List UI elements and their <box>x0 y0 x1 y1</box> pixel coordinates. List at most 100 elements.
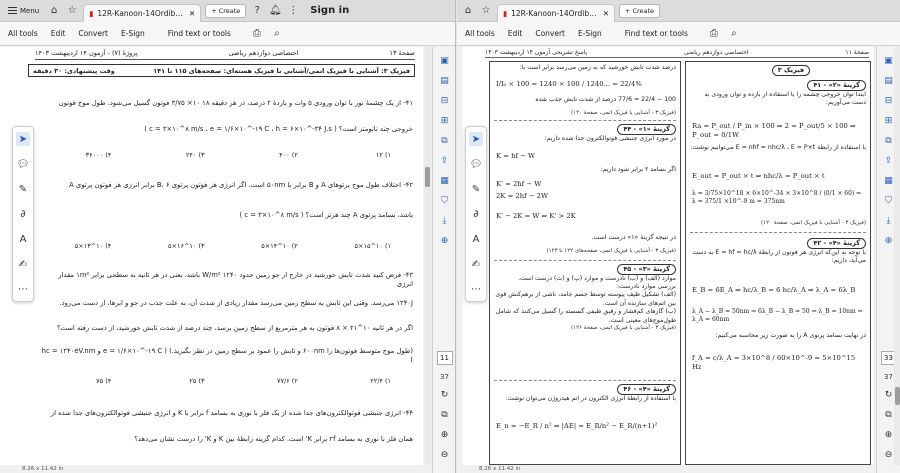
zoom-out-icon[interactable]: ⊖ <box>439 449 451 461</box>
text-box-icon[interactable]: A <box>469 232 483 246</box>
current-page-input[interactable]: 11 <box>436 351 453 365</box>
all-tools-tab[interactable]: All tools <box>465 29 495 38</box>
formula: E_n = −E_R / n² ⇒ |ΔE| = E_R/n² − E_R/(n… <box>496 422 658 430</box>
more-options-icon[interactable]: ⋯ <box>469 282 483 296</box>
stamp-icon[interactable]: ✍ <box>469 257 483 271</box>
reference: (فیزیک ۳ - آشنایی با فیزیک اتمی، صفحهٔ ۱… <box>570 324 676 331</box>
choice: ۳) ۱۰^۱۶×۵ <box>168 242 205 250</box>
esign-tab[interactable]: E-Sign <box>121 29 145 38</box>
close-tab-icon[interactable]: ✕ <box>603 9 609 18</box>
edit-pdf-icon[interactable]: ▣ <box>883 55 895 67</box>
comment-icon[interactable]: 💬︎ <box>16 157 30 171</box>
organize-icon[interactable]: ▦ <box>883 175 895 187</box>
main-toolbar: All tools Edit Convert E-Sign Find text … <box>0 22 455 46</box>
layers-icon[interactable]: ⧉ <box>883 135 895 147</box>
copy-page-icon[interactable]: ⧉ <box>883 409 895 421</box>
question-43-line4: (طول موج متوسط فوتون‌ها را ۶۰۰nm و تابش … <box>40 347 413 365</box>
bell-icon[interactable]: 🔔︎ <box>268 4 282 18</box>
refresh-icon[interactable]: ↻ <box>883 389 895 401</box>
edit-tab[interactable]: Edit <box>51 29 66 38</box>
search-icon[interactable]: ⌕ <box>727 27 741 41</box>
document-tab[interactable]: ▮ 12R-Kanoon-14Ordibehe... ✕ <box>497 3 615 22</box>
edit-tab[interactable]: Edit <box>508 29 523 38</box>
star-icon[interactable]: ☆ <box>65 4 79 18</box>
question-44-line2: همان فلز با نوری به بسامد ۲f برابر K' اس… <box>40 435 413 444</box>
search-icon[interactable]: ⌕ <box>270 27 284 41</box>
export-icon[interactable]: ⤓ <box>439 215 451 227</box>
sign-in-button[interactable]: Sign in <box>310 5 349 16</box>
export-icon[interactable]: ⤓ <box>883 215 895 227</box>
convert-tab[interactable]: Convert <box>78 29 108 38</box>
print-icon[interactable]: ⎙ <box>707 27 721 41</box>
copy-page-icon[interactable]: ⧉ <box>439 409 451 421</box>
answer-text: (الف) تشکیل طیف پیوسته توسط جسم جامد، نا… <box>495 291 676 307</box>
divider <box>494 120 676 121</box>
accessibility-icon[interactable]: ⊕ <box>883 235 895 247</box>
edit-pdf-icon[interactable]: ▣ <box>439 55 451 67</box>
answer-option-tag: گزینهٔ «۴» - ۴۲ <box>807 238 866 249</box>
highlight-pen-icon[interactable]: ✎ <box>16 182 30 196</box>
bookmark-icon[interactable]: ⊟ <box>883 95 895 107</box>
more-options-icon[interactable]: ⋯ <box>16 282 30 296</box>
protect-icon[interactable]: ⛉ <box>883 195 895 207</box>
stamp-icon[interactable]: ✍ <box>16 257 30 271</box>
star-icon[interactable]: ☆ <box>479 4 493 18</box>
find-text-search[interactable]: Find text or tools <box>625 29 688 38</box>
choice: ۲) ۷۷/۶ <box>276 377 298 385</box>
choice: ۳) ۲۴۰ <box>185 151 205 159</box>
draw-lasso-icon[interactable]: ∂ <box>16 207 30 221</box>
scroll-thumb[interactable] <box>425 167 430 187</box>
create-label: Create <box>632 6 655 15</box>
comment-panel-icon[interactable]: ▤ <box>883 75 895 87</box>
select-cursor-icon[interactable]: ➤ <box>469 132 483 146</box>
answer-44: گزینهٔ «۱» - ۴۴ در مورد انرژی جنبشی فوتو… <box>494 124 676 143</box>
layers-icon[interactable]: ⧉ <box>439 135 451 147</box>
refresh-icon[interactable]: ↻ <box>439 389 451 401</box>
scroll-thumb[interactable] <box>895 387 900 405</box>
zoom-in-icon[interactable]: ⊕ <box>883 429 895 441</box>
vertical-scrollbar[interactable] <box>894 47 900 465</box>
home-icon[interactable]: ⌂ <box>47 4 61 18</box>
annotation-toolbar: ➤ 💬︎ ✎ ∂ A ✍ ⋯ <box>465 126 487 302</box>
highlight-pen-icon[interactable]: ✎ <box>469 182 483 196</box>
organize-icon[interactable]: ▦ <box>439 175 451 187</box>
help-icon[interactable]: ? <box>250 4 264 18</box>
attachments-icon[interactable]: ⊞ <box>883 115 895 127</box>
select-cursor-icon[interactable]: ➤ <box>16 132 30 146</box>
find-text-search[interactable]: Find text or tools <box>168 29 231 38</box>
close-tab-icon[interactable]: ✕ <box>189 9 195 18</box>
comment-icon[interactable]: 💬︎ <box>469 157 483 171</box>
question-41-choices: ۱) ۱۲ ۲) ۴۰۰ ۳) ۲۴۰ ۴) ۳۶۰۰۰ <box>40 151 413 159</box>
create-button[interactable]: + Create <box>205 3 247 18</box>
reference: (فیزیک ۳ - آشنایی با فیزیک اتمی، صفحهٔ ۱… <box>570 110 676 116</box>
zoom-in-icon[interactable]: ⊕ <box>439 429 451 441</box>
answer-text: با استفاده از رابطهٔ انرژی الکترون در ات… <box>505 394 676 402</box>
create-button[interactable]: + Create <box>619 3 661 18</box>
esign-tab[interactable]: E-Sign <box>578 29 602 38</box>
protect-icon[interactable]: ⛉ <box>439 195 451 207</box>
page-header: صفحهٔ ۱۳ اختصاصی دوازدهم ریاضی پروژهٔ (۷… <box>35 49 415 60</box>
question-text: ۴۲- اختلاف طول موج پرتوهای A و B برابر ب… <box>69 181 413 189</box>
print-icon[interactable]: ⎙ <box>250 27 264 41</box>
text-box-icon[interactable]: A <box>16 232 30 246</box>
draw-lasso-icon[interactable]: ∂ <box>469 207 483 221</box>
apps-icon[interactable]: ⋮ <box>286 4 300 18</box>
convert-tab[interactable]: Convert <box>535 29 565 38</box>
answers-column-right: فیزیک ۳ گزینهٔ «۲» - ۴۱ ابتدا توان خروجی… <box>685 61 871 465</box>
question-text: (طول موج متوسط فوتون‌ها را ۶۰۰nm و تابش … <box>41 347 413 365</box>
vertical-scrollbar[interactable] <box>424 47 431 465</box>
attachments-icon[interactable]: ⊞ <box>439 115 451 127</box>
menu-button[interactable]: Menu <box>4 5 43 17</box>
bookmark-icon[interactable]: ⊟ <box>439 95 451 107</box>
answer-text: (ب) گازهای کم‌فشار و رقیق طیفی گسسته را … <box>495 308 676 324</box>
titlebar: ⌂ ☆ ▮ 12R-Kanoon-14Ordibehe... ✕ + Creat… <box>457 0 900 22</box>
comment-panel-icon[interactable]: ▤ <box>439 75 451 87</box>
document-tab[interactable]: ▮ 12R-Kanoon-14Ordibehe... ✕ <box>83 3 202 22</box>
accessibility-icon[interactable]: ⊕ <box>439 235 451 247</box>
all-tools-tab[interactable]: All tools <box>8 29 38 38</box>
home-icon[interactable]: ⌂ <box>461 4 475 18</box>
zoom-out-icon[interactable]: ⊖ <box>883 449 895 461</box>
share-icon[interactable]: ⇪ <box>439 155 451 167</box>
share-icon[interactable]: ⇪ <box>883 155 895 167</box>
pdf-icon: ▮ <box>503 8 508 18</box>
